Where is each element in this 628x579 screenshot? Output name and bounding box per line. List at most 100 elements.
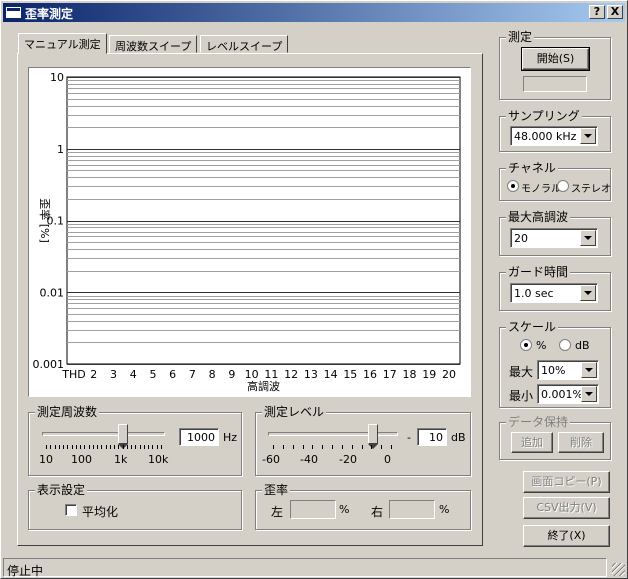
mono-radio[interactable]	[507, 180, 519, 192]
status-text: 停止中	[7, 564, 44, 578]
measure-indicator	[523, 76, 587, 92]
channel-group-title: チャネル	[506, 161, 558, 175]
freq-scale-1k: 1k	[114, 453, 128, 466]
db-radio[interactable]	[559, 339, 571, 351]
x-tick-label: 18	[403, 368, 417, 381]
scale-min-select[interactable]: 0.001%	[537, 384, 599, 404]
distortion-window: 歪率測定 ? X マニュアル測定 周波数スイープ レベルスイープ 10 1 0.1 0…	[0, 0, 628, 579]
slider-tick	[157, 445, 158, 449]
x-tick-label: THD	[61, 368, 85, 381]
tab-manual[interactable]: マニュアル測定	[18, 33, 107, 54]
chevron-down-icon[interactable]	[580, 285, 596, 301]
level-slider-thumb[interactable]	[368, 424, 379, 449]
close-button[interactable]: X	[607, 5, 623, 19]
guard-value: 1.0 sec	[514, 287, 554, 300]
start-button[interactable]: 開始(S)	[521, 47, 590, 71]
x-tick-label: 9	[228, 368, 235, 381]
mono-label: モノラル	[521, 184, 561, 195]
right-label: 右	[371, 505, 384, 519]
freq-slider-track[interactable]	[42, 432, 165, 436]
slider-tick	[110, 445, 111, 449]
slider-tick	[371, 445, 372, 449]
slider-tick	[148, 445, 149, 449]
slider-tick	[303, 445, 304, 449]
plot-frame	[66, 76, 461, 365]
x-tick-label: 2	[90, 368, 97, 381]
stereo-radio[interactable]	[557, 180, 569, 192]
display-group: 表示設定 平均化	[28, 483, 242, 530]
slider-tick	[114, 445, 115, 449]
x-tick-label: 12	[284, 368, 298, 381]
resize-grip[interactable]	[612, 563, 625, 576]
slider-tick	[144, 445, 145, 449]
slider-tick	[332, 445, 333, 449]
slider-tick	[93, 445, 94, 449]
data-hold-group: データ保持 追加 削除	[499, 415, 611, 460]
percent-radio[interactable]	[520, 339, 532, 351]
freq-group: 測定周波数 10 100 1k 10k 1000 Hz	[28, 405, 242, 476]
y-axis-label: 歪率 [%]	[38, 198, 52, 243]
level-scale-m60: -60	[262, 453, 280, 466]
slider-tick	[97, 445, 98, 449]
level-value-field[interactable]: 10	[417, 428, 447, 446]
slider-tick	[59, 445, 60, 449]
x-tick-label: 7	[189, 368, 196, 381]
level-scale-0: 0	[384, 453, 391, 466]
x-tick-label: 16	[363, 368, 377, 381]
max-harmonic-select[interactable]: 20	[510, 228, 598, 248]
freq-unit: Hz	[223, 431, 238, 444]
app-icon	[6, 7, 21, 18]
distortion-group-title: 歪率	[262, 483, 291, 497]
chevron-down-icon[interactable]	[580, 128, 596, 144]
average-checkbox[interactable]	[65, 504, 77, 516]
slider-tick	[131, 445, 132, 449]
slider-tick	[273, 445, 274, 449]
chevron-down-icon[interactable]	[580, 230, 596, 246]
average-label: 平均化	[82, 505, 119, 519]
slider-tick	[123, 445, 124, 449]
level-scale-m20: -20	[339, 453, 357, 466]
slider-tick	[72, 445, 73, 449]
level-sign: -	[407, 431, 411, 444]
chevron-down-icon[interactable]	[581, 362, 597, 378]
screen-copy-button[interactable]: 画面コピー(P)	[523, 471, 610, 493]
slider-tick	[362, 445, 363, 449]
y-tick-label: 0.001	[33, 358, 65, 371]
x-tick-label: 20	[442, 368, 456, 381]
freq-value-field[interactable]: 1000	[179, 428, 219, 446]
delete-button[interactable]: 削除	[558, 432, 604, 453]
help-button[interactable]: ?	[589, 5, 605, 19]
min-label: 最小	[509, 389, 534, 403]
level-group: 測定レベル -60 -40 -20 0 - 10 dB	[255, 405, 471, 476]
x-tick-label: 14	[324, 368, 338, 381]
add-button[interactable]: 追加	[511, 432, 553, 453]
right-unit: %	[439, 503, 450, 516]
y-tick-label: 1	[57, 143, 64, 156]
x-tick-label: 5	[149, 368, 156, 381]
title-bar[interactable]: 歪率測定 ? X	[3, 3, 625, 22]
csv-export-button[interactable]: CSV出力(V)	[523, 497, 610, 519]
slider-tick	[84, 445, 85, 449]
slider-tick	[140, 445, 141, 449]
stereo-label: ステレオ	[571, 184, 611, 195]
distortion-chart: 1010.10.010.001THD 2 3 4 5 6 7 8 9 10 11 12 13 14 15 16…	[33, 71, 461, 393]
max-harmonic-group: 最大高調波 20	[499, 210, 611, 256]
tab-freq-sweep[interactable]: 周波数スイープ	[109, 35, 198, 53]
slider-tick	[312, 445, 313, 449]
y-tick-label: 10	[50, 71, 64, 84]
level-unit: dB	[451, 431, 466, 444]
scale-max-select[interactable]: 10%	[537, 360, 599, 380]
freq-slider-thumb[interactable]	[117, 424, 128, 449]
chevron-down-icon[interactable]	[581, 386, 597, 402]
tab-level-sweep[interactable]: レベルスイープ	[200, 35, 289, 53]
left-value-field	[290, 500, 336, 519]
sampling-select[interactable]: 48.000 kHz	[510, 126, 598, 146]
level-slider-track[interactable]	[268, 432, 398, 436]
freq-ticks	[46, 445, 162, 450]
status-bar: 停止中	[3, 558, 607, 578]
guard-group: ガード時間 1.0 sec	[499, 265, 611, 311]
guard-select[interactable]: 1.0 sec	[510, 283, 598, 303]
exit-button[interactable]: 終了(X)	[523, 525, 610, 547]
guard-group-title: ガード時間	[506, 265, 571, 279]
max-harmonic-value: 20	[514, 232, 528, 245]
